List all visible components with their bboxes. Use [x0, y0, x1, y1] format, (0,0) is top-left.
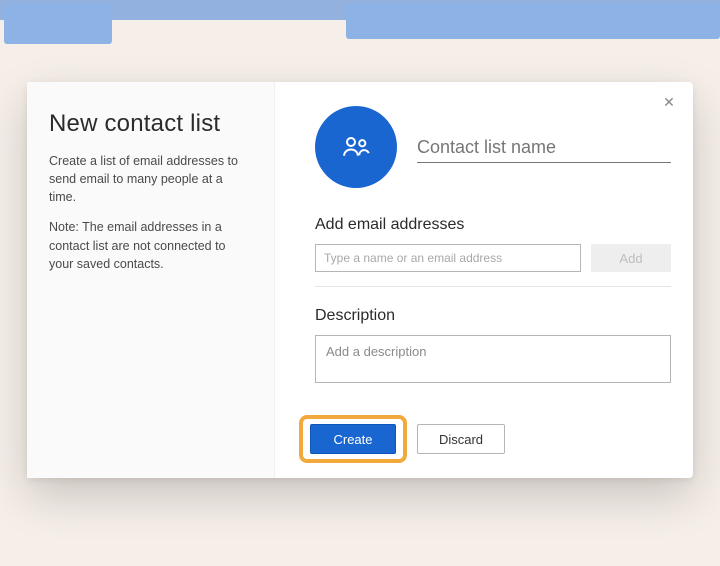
description-input[interactable] — [315, 335, 671, 383]
contact-group-icon — [341, 132, 371, 162]
email-entry-row: Add — [315, 244, 671, 272]
description-section-label: Description — [315, 307, 671, 325]
modal-footer-buttons: Create Discard — [299, 415, 505, 463]
modal-sidebar: New contact list Create a list of email … — [27, 82, 275, 478]
tutorial-highlight-ring: Create — [299, 415, 407, 463]
create-button[interactable]: Create — [310, 424, 396, 454]
email-address-input[interactable] — [315, 244, 581, 272]
modal-form-area: ✕ Add email addresses Add Description Cr… — [275, 82, 693, 478]
modal-note-text: Note: The email addresses in a contact l… — [49, 218, 252, 272]
discard-button[interactable]: Discard — [417, 424, 505, 454]
form-header-row — [315, 106, 671, 188]
emails-section-label: Add email addresses — [315, 216, 671, 234]
contact-list-name-input[interactable] — [417, 131, 671, 163]
modal-title: New contact list — [49, 110, 252, 138]
contact-group-avatar — [315, 106, 397, 188]
section-divider — [315, 286, 671, 287]
modal-intro-text: Create a list of email addresses to send… — [49, 152, 252, 206]
close-icon[interactable]: ✕ — [661, 94, 677, 110]
new-contact-list-modal: New contact list Create a list of email … — [27, 82, 693, 478]
add-email-button[interactable]: Add — [591, 244, 671, 272]
